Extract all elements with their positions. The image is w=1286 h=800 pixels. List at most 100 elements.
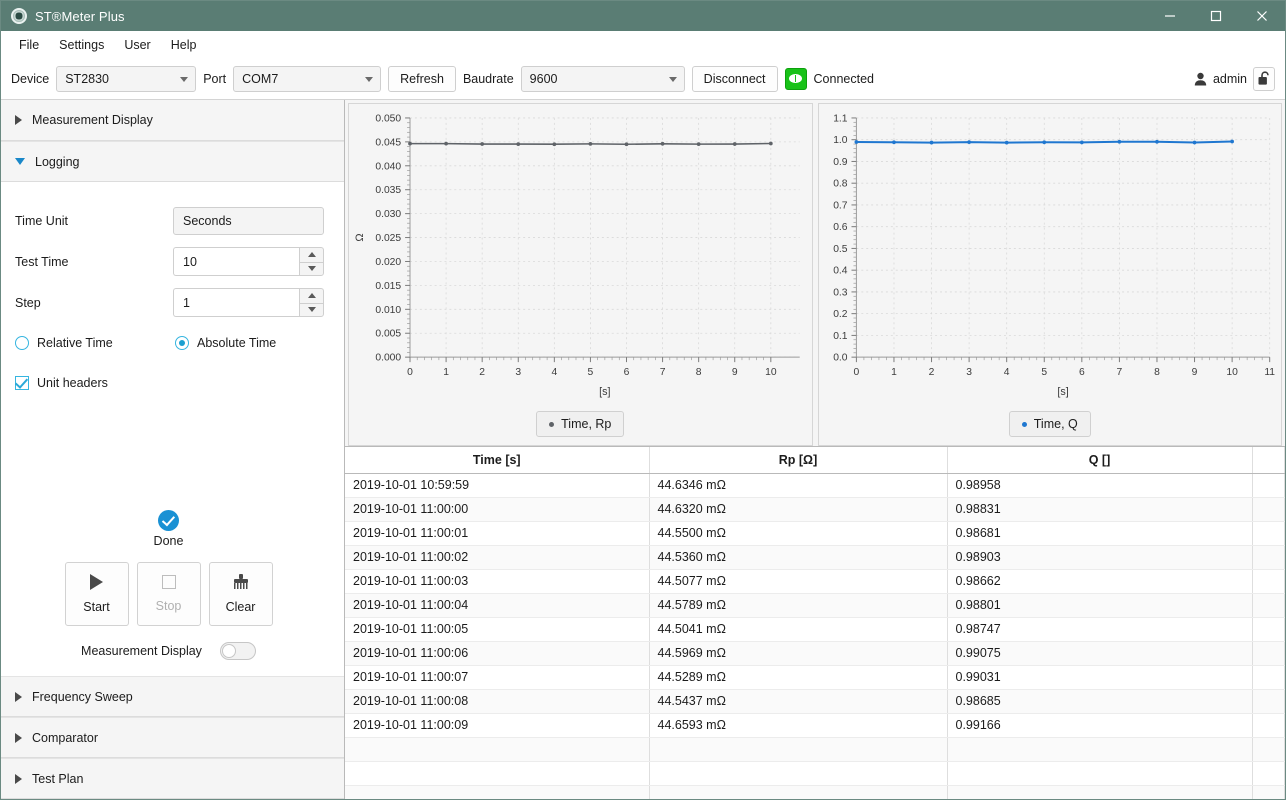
svg-text:0.7: 0.7 (833, 200, 848, 211)
device-select[interactable]: ST2830 (56, 66, 196, 92)
sidebar-item-measurement-display[interactable]: Measurement Display (1, 100, 344, 141)
table-row[interactable]: 2019-10-01 11:00:0044.6320 mΩ0.98831 (345, 497, 1285, 521)
measurement-table-container[interactable]: Time [s] Rp [Ω] Q [] 2019-10-01 10:59:59… (345, 446, 1285, 799)
table-cell (649, 761, 947, 785)
sidebar-item-logging[interactable]: Logging (1, 141, 344, 182)
table-row[interactable]: 2019-10-01 11:00:0644.5969 mΩ0.99075 (345, 641, 1285, 665)
chart-panel-q: 0.00.10.20.30.40.50.60.70.80.91.01.10123… (818, 103, 1283, 446)
chevron-right-icon (15, 774, 22, 784)
chevron-down-icon (365, 77, 373, 82)
table-row[interactable]: 2019-10-01 11:00:0544.5041 mΩ0.98747 (345, 617, 1285, 641)
table-row[interactable] (345, 761, 1285, 785)
svg-text:0.6: 0.6 (833, 222, 848, 233)
table-row[interactable]: 2019-10-01 11:00:0944.6593 mΩ0.99166 (345, 713, 1285, 737)
table-cell (1252, 713, 1285, 737)
menu-item-help[interactable]: Help (161, 34, 207, 56)
legend-item-rp[interactable]: Time, Rp (536, 411, 624, 437)
measurement-display-toggle[interactable] (220, 642, 256, 660)
table-row[interactable]: 2019-10-01 11:00:0144.5500 mΩ0.98681 (345, 521, 1285, 545)
test-time-stepper[interactable]: 10 (173, 247, 324, 276)
column-header-empty[interactable] (1252, 447, 1285, 473)
logging-panel: Time Unit Seconds Test Time 10 (1, 182, 344, 676)
svg-text:0: 0 (407, 367, 413, 378)
svg-text:0.050: 0.050 (375, 113, 401, 124)
chevron-right-icon (15, 115, 22, 125)
sidebar-item-test-plan[interactable]: Test Plan (1, 758, 344, 799)
table-row[interactable]: 2019-10-01 11:00:0344.5077 mΩ0.98662 (345, 569, 1285, 593)
refresh-button[interactable]: Refresh (388, 66, 456, 92)
logging-controls: Start Stop Clear (65, 562, 273, 626)
table-row[interactable] (345, 737, 1285, 761)
maximize-icon[interactable] (1193, 1, 1239, 31)
svg-text:0.2: 0.2 (833, 309, 848, 320)
stepper-up-icon[interactable] (299, 247, 324, 262)
table-cell: 0.98662 (947, 569, 1252, 593)
sidebar-item-frequency-sweep[interactable]: Frequency Sweep (1, 676, 344, 717)
table-cell (1252, 569, 1285, 593)
stepper-down-icon[interactable] (299, 262, 324, 277)
step-input[interactable]: 1 (173, 288, 299, 317)
table-cell: 44.5041 mΩ (649, 617, 947, 641)
person-icon (1194, 72, 1207, 86)
table-cell: 2019-10-01 11:00:00 (345, 497, 649, 521)
table-cell (1252, 737, 1285, 761)
table-row[interactable]: 2019-10-01 10:59:5944.6346 mΩ0.98958 (345, 473, 1285, 497)
stop-button[interactable]: Stop (137, 562, 201, 626)
radio-relative-time[interactable]: Relative Time (15, 336, 175, 350)
close-icon[interactable] (1239, 1, 1285, 31)
column-header-q[interactable]: Q [] (947, 447, 1252, 473)
radio-absolute-time-label: Absolute Time (197, 336, 276, 350)
user-area: admin (1194, 67, 1275, 91)
table-row[interactable]: 2019-10-01 11:00:0844.5437 mΩ0.98685 (345, 689, 1285, 713)
start-button[interactable]: Start (65, 562, 129, 626)
table-cell (947, 737, 1252, 761)
table-cell: 2019-10-01 10:59:59 (345, 473, 649, 497)
table-row[interactable] (345, 785, 1285, 799)
svg-text:0.0: 0.0 (833, 353, 848, 364)
svg-text:10: 10 (765, 367, 777, 378)
table-cell (947, 761, 1252, 785)
column-header-rp[interactable]: Rp [Ω] (649, 447, 947, 473)
svg-text:9: 9 (1191, 367, 1197, 378)
sidebar-item-label: Test Plan (32, 772, 83, 786)
port-label: Port (203, 72, 226, 86)
svg-text:[s]: [s] (1057, 386, 1068, 398)
menu-item-user[interactable]: User (114, 34, 160, 56)
minimize-icon[interactable] (1147, 1, 1193, 31)
table-cell: 0.98801 (947, 593, 1252, 617)
window-title: ST®Meter Plus (35, 9, 125, 24)
baudrate-select[interactable]: 9600 (521, 66, 685, 92)
table-row[interactable]: 2019-10-01 11:00:0244.5360 mΩ0.98903 (345, 545, 1285, 569)
clear-button[interactable]: Clear (209, 562, 273, 626)
menu-item-file[interactable]: File (9, 34, 49, 56)
table-row[interactable]: 2019-10-01 11:00:0444.5789 mΩ0.98801 (345, 593, 1285, 617)
stepper-down-icon[interactable] (299, 303, 324, 318)
table-cell (1252, 641, 1285, 665)
target-icon (11, 8, 27, 24)
baudrate-label: Baudrate (463, 72, 514, 86)
test-time-input[interactable]: 10 (173, 247, 299, 276)
time-unit-select[interactable]: Seconds (173, 207, 324, 235)
table-cell: 2019-10-01 11:00:08 (345, 689, 649, 713)
table-cell: 44.5969 mΩ (649, 641, 947, 665)
table-cell: 2019-10-01 11:00:01 (345, 521, 649, 545)
radio-absolute-time[interactable]: Absolute Time (175, 336, 276, 350)
table-row[interactable]: 2019-10-01 11:00:0744.5289 mΩ0.99031 (345, 665, 1285, 689)
step-stepper[interactable]: 1 (173, 288, 324, 317)
sidebar-item-comparator[interactable]: Comparator (1, 717, 344, 758)
svg-text:1: 1 (443, 367, 449, 378)
menu-item-settings[interactable]: Settings (49, 34, 114, 56)
disconnect-button[interactable]: Disconnect (692, 66, 778, 92)
svg-text:5: 5 (588, 367, 594, 378)
chart-rp-legend: Time, Rp (349, 403, 812, 445)
test-time-row: Test Time 10 (13, 241, 324, 282)
port-select[interactable]: COM7 (233, 66, 381, 92)
unlock-icon[interactable] (1253, 67, 1275, 91)
table-cell (1252, 473, 1285, 497)
column-header-time[interactable]: Time [s] (345, 447, 649, 473)
legend-item-q[interactable]: Time, Q (1009, 411, 1091, 437)
unit-headers-checkbox[interactable]: Unit headers (13, 363, 324, 403)
stepper-up-icon[interactable] (299, 288, 324, 303)
radio-relative-time-label: Relative Time (37, 336, 113, 350)
menu-bar: File Settings User Help (1, 31, 1285, 58)
